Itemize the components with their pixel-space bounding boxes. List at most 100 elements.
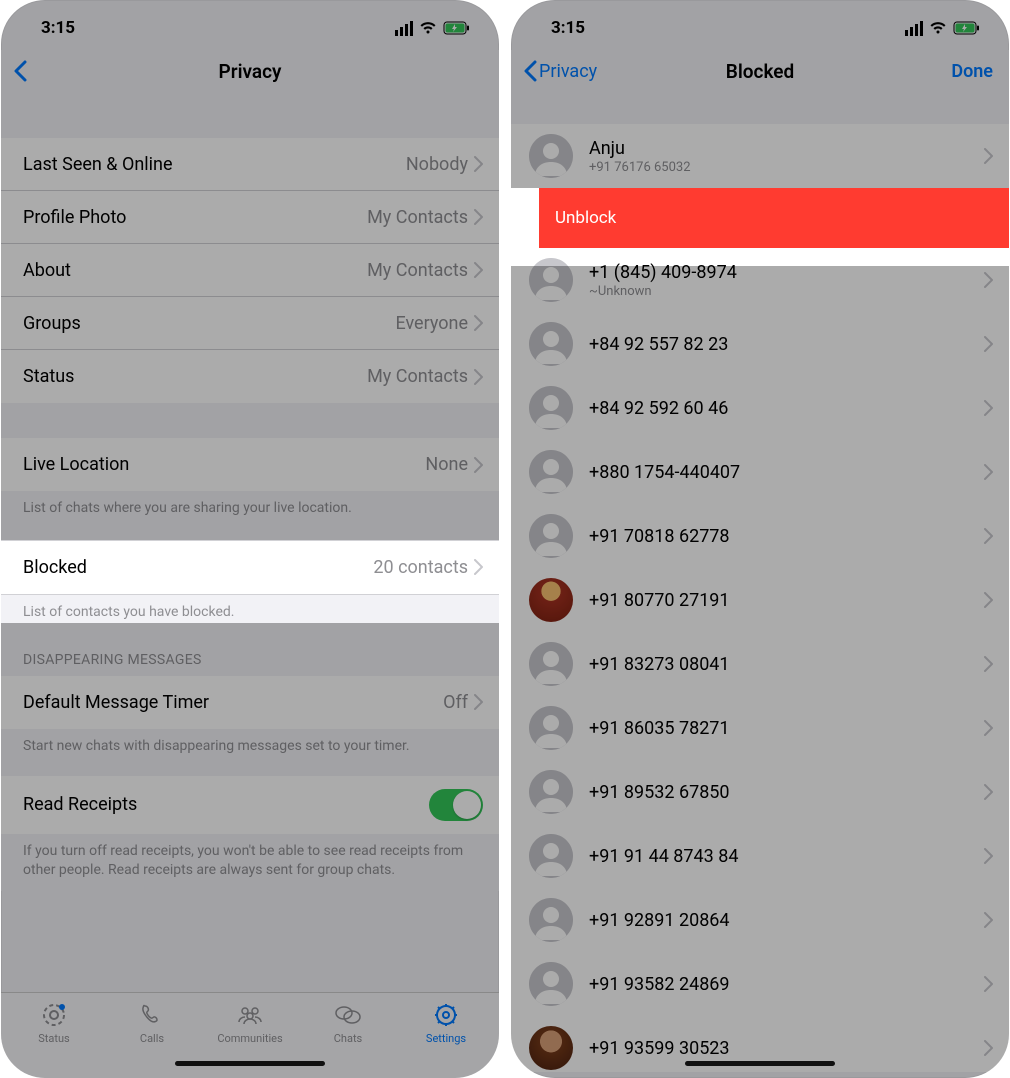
nav-header: Privacy bbox=[1, 50, 499, 94]
chevron-right-icon bbox=[984, 848, 993, 864]
row-value: Everyone bbox=[395, 313, 468, 334]
avatar bbox=[529, 898, 573, 942]
contact-row[interactable]: Anju+91 76176 65032 bbox=[511, 124, 1009, 188]
contact-name: +91 93582 24869 bbox=[589, 974, 984, 995]
unblock-button[interactable]: Unblock bbox=[539, 188, 1009, 248]
avatar bbox=[529, 134, 573, 178]
nav-header: Privacy Blocked Done bbox=[511, 50, 1009, 94]
tab-label: Status bbox=[38, 1032, 69, 1045]
chevron-right-icon bbox=[984, 528, 993, 544]
cellular-icon bbox=[395, 21, 413, 36]
row-blocked[interactable]: Blocked 20 contacts bbox=[1, 541, 499, 594]
back-button[interactable] bbox=[13, 60, 103, 82]
phone-icon bbox=[139, 1001, 165, 1029]
status-time: 3:15 bbox=[551, 18, 585, 38]
contact-text: +84 92 592 60 46 bbox=[589, 398, 984, 419]
battery-icon bbox=[443, 21, 471, 35]
back-button[interactable]: Privacy bbox=[523, 60, 613, 82]
avatar bbox=[529, 962, 573, 1006]
contact-row[interactable]: +91 93582 24869 bbox=[511, 952, 1009, 1016]
contact-row[interactable]: +91 80770 27191 bbox=[511, 568, 1009, 632]
avatar bbox=[529, 322, 573, 366]
chevron-right-icon bbox=[984, 1040, 993, 1056]
wifi-icon bbox=[419, 21, 437, 35]
contact-row[interactable]: +91 83273 08041 bbox=[511, 632, 1009, 696]
home-indicator[interactable] bbox=[175, 1061, 325, 1066]
read-receipts-toggle[interactable] bbox=[429, 789, 483, 821]
tab-status[interactable]: Status bbox=[5, 1001, 103, 1078]
contact-text: +91 91 44 8743 84 bbox=[589, 846, 984, 867]
avatar bbox=[529, 450, 573, 494]
tab-settings[interactable]: Settings bbox=[397, 1001, 495, 1078]
chevron-right-icon bbox=[984, 336, 993, 352]
row-about[interactable]: About My Contacts bbox=[1, 244, 499, 297]
contact-row[interactable]: +84 92 592 60 46 bbox=[511, 376, 1009, 440]
contact-row[interactable]: +91 70818 62778 bbox=[511, 504, 1009, 568]
chevron-right-icon bbox=[474, 559, 483, 575]
tab-label: Chats bbox=[334, 1032, 362, 1045]
contact-name: +91 80770 27191 bbox=[589, 590, 984, 611]
contact-row[interactable]: +91 89532 67850 bbox=[511, 760, 1009, 824]
contact-name: +91 92891 20864 bbox=[589, 910, 984, 931]
contact-text: Anju+91 76176 65032 bbox=[589, 138, 984, 175]
wifi-icon bbox=[929, 21, 947, 35]
chevron-right-icon bbox=[984, 592, 993, 608]
tab-calls[interactable]: Calls bbox=[103, 1001, 201, 1078]
chevron-right-icon bbox=[984, 656, 993, 672]
status-icon bbox=[41, 1001, 67, 1029]
contact-name: +91 91 44 8743 84 bbox=[589, 846, 984, 867]
row-live-location[interactable]: Live Location None bbox=[1, 438, 499, 491]
live-location-note: List of chats where you are sharing your… bbox=[1, 491, 499, 530]
avatar bbox=[529, 258, 573, 302]
chevron-right-icon bbox=[474, 369, 483, 385]
contact-text: +91 70818 62778 bbox=[589, 526, 984, 547]
tab-label: Communities bbox=[217, 1032, 282, 1045]
contact-name: +91 89532 67850 bbox=[589, 782, 984, 803]
row-groups[interactable]: Groups Everyone bbox=[1, 297, 499, 350]
contact-row[interactable]: +91 91 44 8743 84 bbox=[511, 824, 1009, 888]
contact-row[interactable]: +880 1754-440407 bbox=[511, 440, 1009, 504]
chats-icon bbox=[333, 1001, 363, 1029]
row-label: Live Location bbox=[23, 454, 425, 475]
status-time: 3:15 bbox=[41, 18, 75, 38]
contact-row[interactable]: +84 92 557 82 23 bbox=[511, 312, 1009, 376]
tab-communities[interactable]: Communities bbox=[201, 1001, 299, 1078]
contact-text: +880 1754-440407 bbox=[589, 462, 984, 483]
blocked-list[interactable]: Anju+91 76176 65032 Unblock+1 (845) 409-8… bbox=[511, 124, 1009, 1072]
contact-name: +91 86035 78271 bbox=[589, 718, 984, 739]
row-profile-photo[interactable]: Profile Photo My Contacts bbox=[1, 191, 499, 244]
contact-text: +91 83273 08041 bbox=[589, 654, 984, 675]
tab-label: Settings bbox=[426, 1032, 466, 1045]
chevron-right-icon bbox=[474, 209, 483, 225]
swipe-action-row: Unblock bbox=[511, 188, 1009, 248]
avatar bbox=[529, 1026, 573, 1070]
contact-row[interactable]: +91 86035 78271 bbox=[511, 696, 1009, 760]
contact-name: Anju bbox=[589, 138, 984, 159]
contact-row[interactable]: +91 92891 20864 bbox=[511, 888, 1009, 952]
contact-text: +91 80770 27191 bbox=[589, 590, 984, 611]
contact-name: +84 92 592 60 46 bbox=[589, 398, 984, 419]
row-label: About bbox=[23, 260, 367, 281]
cellular-icon bbox=[905, 21, 923, 36]
contact-text: +91 92891 20864 bbox=[589, 910, 984, 931]
row-value: Off bbox=[443, 692, 468, 713]
privacy-list: Last Seen & Online Nobody Profile Photo … bbox=[1, 138, 499, 403]
blocked-section: Blocked 20 contacts bbox=[1, 540, 499, 595]
section-gap bbox=[1, 768, 499, 776]
home-indicator[interactable] bbox=[685, 1061, 835, 1066]
read-receipts-note: If you turn off read receipts, you won't… bbox=[1, 834, 499, 892]
contact-row[interactable]: +1 (845) 409-8974~Unknown bbox=[511, 248, 1009, 312]
swipe-remainder bbox=[511, 188, 539, 248]
row-last-seen[interactable]: Last Seen & Online Nobody bbox=[1, 138, 499, 191]
row-default-timer[interactable]: Default Message Timer Off bbox=[1, 676, 499, 729]
status-icons bbox=[905, 21, 981, 36]
avatar bbox=[529, 578, 573, 622]
chevron-right-icon bbox=[984, 400, 993, 416]
row-value: 20 contacts bbox=[373, 557, 468, 578]
tab-chats[interactable]: Chats bbox=[299, 1001, 397, 1078]
chevron-right-icon bbox=[984, 272, 993, 288]
gear-icon bbox=[433, 1001, 459, 1029]
done-button[interactable]: Done bbox=[933, 61, 993, 82]
row-label: Profile Photo bbox=[23, 207, 367, 228]
row-status[interactable]: Status My Contacts bbox=[1, 350, 499, 403]
